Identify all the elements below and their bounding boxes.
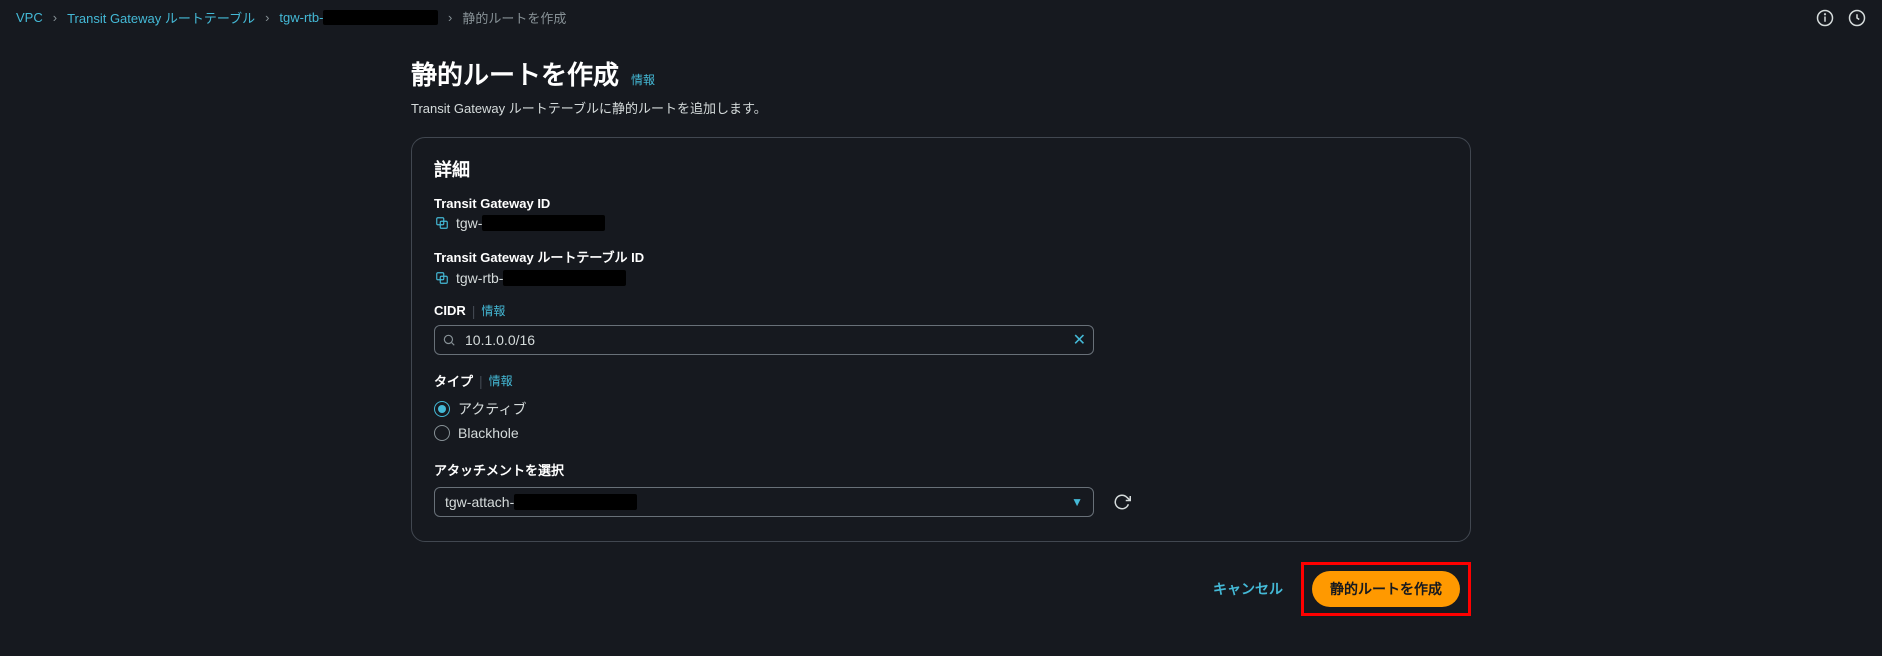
breadcrumb: VPC › Transit Gateway ルートテーブル › tgw-rtb-…	[16, 8, 1816, 27]
highlight-frame: 静的ルートを作成	[1301, 562, 1471, 616]
radio-icon	[434, 425, 450, 441]
page-title: 静的ルートを作成	[411, 55, 619, 92]
chevron-right-icon: ›	[448, 10, 452, 25]
breadcrumb-rtb-id[interactable]: tgw-rtb-xxxxxxxxxxxxxxxxx	[279, 10, 438, 25]
breadcrumb-current: 静的ルートを作成	[462, 8, 566, 27]
tgw-id-value: tgw-xxxxxxxxxxxxxxxxx	[456, 215, 605, 231]
breadcrumb-vpc[interactable]: VPC	[16, 10, 43, 25]
page-title-info-link[interactable]: 情報	[631, 71, 655, 88]
create-route-button[interactable]: 静的ルートを作成	[1312, 571, 1460, 607]
details-panel: 詳細 Transit Gateway ID tgw-xxxxxxxxxxxxxx…	[411, 137, 1471, 542]
page-subtitle: Transit Gateway ルートテーブルに静的ルートを追加します。	[411, 98, 1471, 117]
redacted-text: xxxxxxxxxxxxxxxxx	[482, 215, 605, 231]
cidr-info-link[interactable]: 情報	[481, 302, 505, 319]
clear-icon[interactable]: ✕	[1073, 330, 1086, 350]
redacted-text: xxxxxxxxxxxxxxxxx	[323, 10, 438, 25]
attachment-select-value: tgw-attach-xxxxxxxxxxxxxxxxx	[445, 494, 637, 510]
redacted-text: xxxxxxxxxxxxxxxxx	[503, 270, 626, 286]
chevron-down-icon: ▼	[1071, 495, 1083, 509]
cancel-button[interactable]: キャンセル	[1213, 579, 1283, 599]
type-info-link[interactable]: 情報	[489, 372, 513, 389]
refresh-button[interactable]	[1108, 488, 1136, 516]
attachment-label: アタッチメントを選択	[434, 460, 1448, 479]
rtb-id-label: Transit Gateway ルートテーブル ID	[434, 247, 1448, 266]
radio-active[interactable]: アクティブ	[434, 396, 1448, 422]
cidr-input[interactable]	[434, 325, 1094, 355]
info-icon[interactable]	[1816, 9, 1834, 27]
radio-blackhole[interactable]: Blackhole	[434, 422, 1448, 444]
radio-blackhole-label: Blackhole	[458, 425, 519, 441]
copy-icon[interactable]	[434, 215, 450, 231]
tgw-id-label: Transit Gateway ID	[434, 196, 1448, 211]
cidr-label: CIDR	[434, 303, 466, 318]
details-heading: 詳細	[434, 156, 1448, 182]
clock-icon[interactable]	[1848, 9, 1866, 27]
radio-icon	[434, 401, 450, 417]
rtb-id-value: tgw-rtb-xxxxxxxxxxxxxxxxx	[456, 270, 626, 286]
chevron-right-icon: ›	[265, 10, 269, 25]
breadcrumb-route-tables[interactable]: Transit Gateway ルートテーブル	[67, 8, 255, 27]
radio-active-label: アクティブ	[458, 399, 526, 419]
attachment-select[interactable]: tgw-attach-xxxxxxxxxxxxxxxxx ▼	[434, 487, 1094, 517]
redacted-text: xxxxxxxxxxxxxxxxx	[514, 494, 637, 510]
chevron-right-icon: ›	[53, 10, 57, 25]
type-label: タイプ	[434, 371, 473, 390]
copy-icon[interactable]	[434, 270, 450, 286]
